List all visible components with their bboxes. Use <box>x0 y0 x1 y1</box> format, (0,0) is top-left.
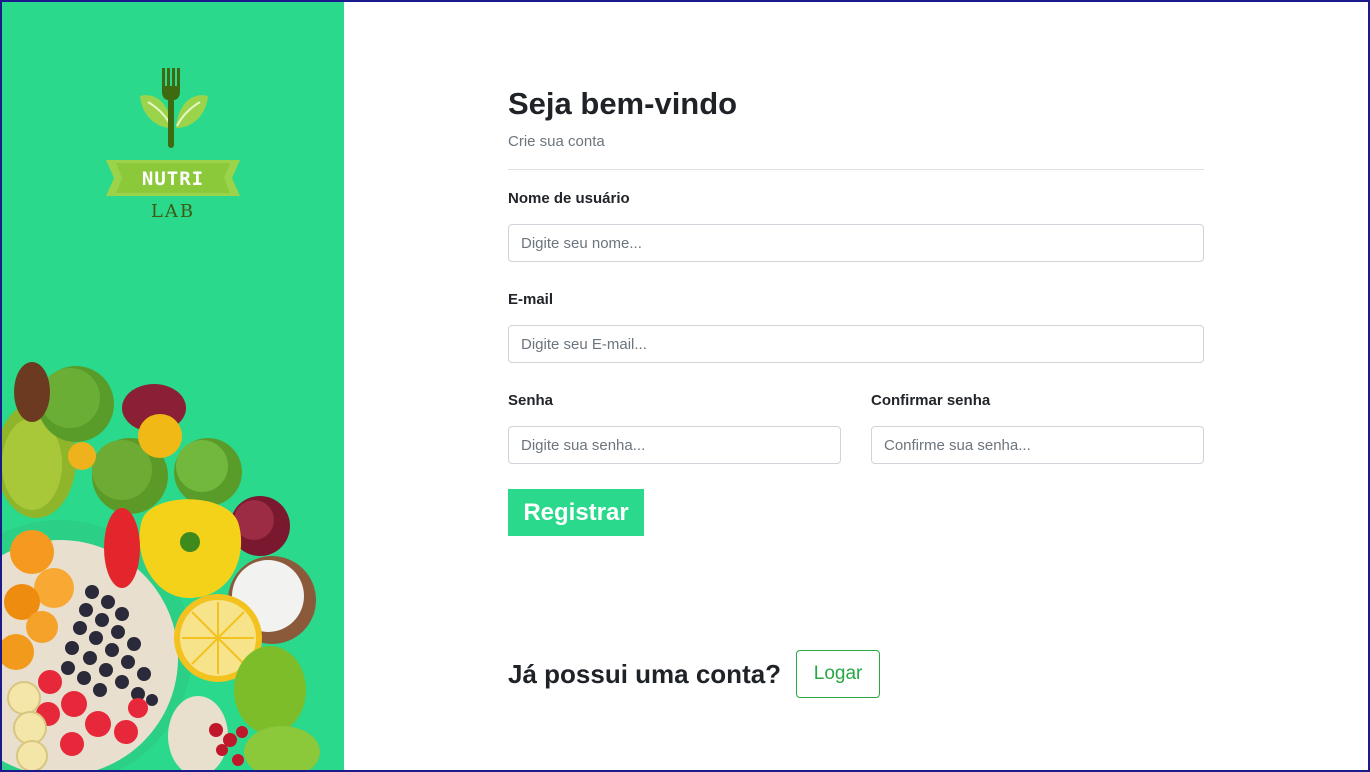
email-label: E-mail <box>508 291 554 308</box>
produce-image <box>2 362 320 770</box>
email-input[interactable] <box>508 325 1204 363</box>
confirm-password-input[interactable] <box>871 426 1204 464</box>
password-label: Senha <box>508 392 554 409</box>
login-question: Já possui uma conta? <box>508 658 782 689</box>
logo-text-nutri: NUTRI <box>141 168 205 190</box>
fork-leaf-icon <box>140 68 208 148</box>
password-input[interactable] <box>508 426 841 464</box>
page-title: Seja bem-vindo <box>508 86 738 121</box>
confirm-password-label: Confirmar senha <box>871 392 991 409</box>
login-button[interactable]: Logar <box>796 650 881 698</box>
username-input[interactable] <box>508 224 1204 262</box>
register-button[interactable]: Registrar <box>508 489 644 536</box>
page-subtitle: Crie sua conta <box>508 133 605 150</box>
username-label: Nome de usuário <box>508 190 630 207</box>
app-window: NUTRI LAB Seja bem-vindo Crie sua conta … <box>0 0 1370 772</box>
login-prompt: Já possui uma conta? Logar <box>508 650 881 698</box>
brand-panel: NUTRI LAB <box>2 2 344 770</box>
logo-text-lab: LAB <box>150 201 196 222</box>
divider <box>508 169 1204 170</box>
brand-logo: NUTRI LAB <box>106 66 242 226</box>
